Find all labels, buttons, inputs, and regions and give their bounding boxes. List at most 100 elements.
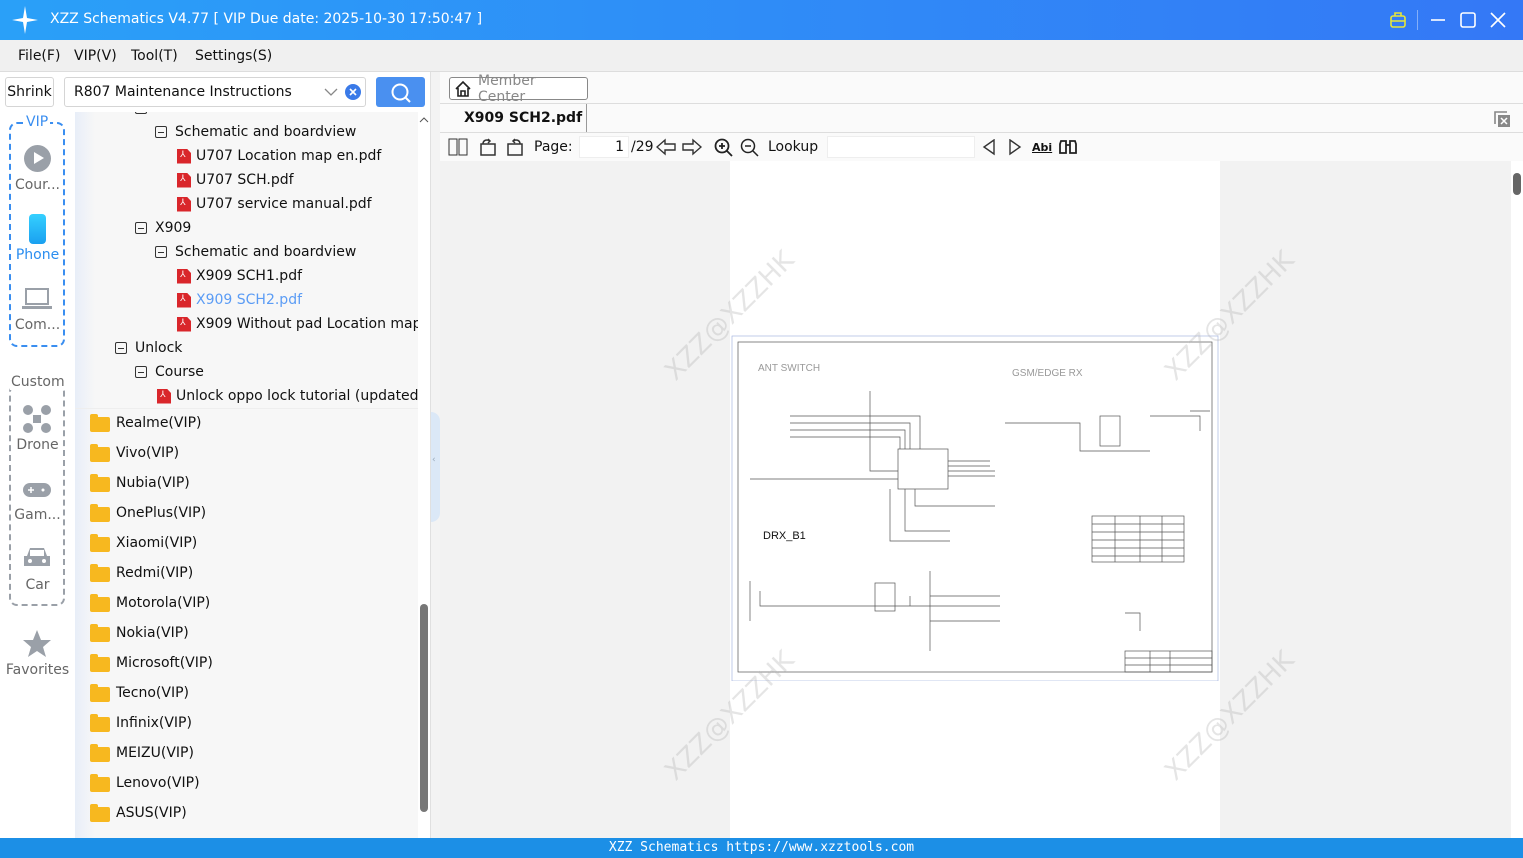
folder-icon (90, 743, 110, 762)
title-bar: XZZ Schematics V4.77 [ VIP Due date: 202… (0, 0, 1523, 40)
app-logo-icon (12, 6, 38, 34)
clear-icon[interactable] (345, 84, 361, 100)
search-combobox[interactable]: R807 Maintenance Instructions (64, 77, 366, 107)
close-icon[interactable] (1490, 12, 1506, 28)
tree-folder-item[interactable]: Nubia(VIP) (90, 471, 190, 495)
tree-folder-item[interactable]: Motorola(VIP) (90, 591, 210, 615)
tree-folder-item[interactable]: Microsoft(VIP) (90, 651, 213, 675)
tree-item-label: U707 (155, 112, 192, 116)
menu-tool[interactable]: Tool(T) (131, 40, 178, 64)
schematic-label-ant-switch: ANT SWITCH (758, 363, 820, 374)
folder-icon (90, 473, 110, 492)
folder-icon (90, 623, 110, 642)
member-center-label: Member Center (477, 72, 536, 105)
schematic-drawing: ANT SWITCH GSM/EDGE RX DRX_B1 (731, 335, 1219, 681)
pdf-icon (177, 268, 191, 284)
tree-folder-item[interactable]: Redmi(VIP) (90, 561, 193, 585)
scrollbar-thumb[interactable] (1513, 173, 1521, 195)
tree-folder-item[interactable]: ASUS(VIP) (90, 801, 187, 825)
tree-file-item[interactable]: U707 Location map en.pdf (177, 144, 381, 168)
tree-folder-item[interactable]: MEIZU(VIP) (90, 741, 194, 765)
home-icon (455, 80, 471, 97)
sidebar-item-favorites[interactable]: Favorites (0, 662, 75, 678)
tree-file-item[interactable]: X909 Without pad Location map.pdf (177, 312, 420, 336)
tree-file-item[interactable]: Unlock oppo lock tutorial (updated (157, 384, 419, 408)
star-icon (23, 630, 51, 657)
tree-item-label: Schematic and boardview (175, 124, 357, 140)
sidebar-item-computer[interactable]: Com... (0, 317, 75, 333)
sidebar-item-drone[interactable]: Drone (0, 437, 75, 453)
briefcase-icon[interactable] (1389, 11, 1407, 29)
tree-node[interactable]: Schematic and boardview (155, 120, 356, 144)
scrollbar-thumb[interactable] (420, 604, 428, 812)
member-center-button[interactable]: Member Center (449, 73, 588, 105)
menu-vip[interactable]: VIP(V) (74, 40, 117, 64)
tree-folder-item[interactable]: Lenovo(VIP) (90, 771, 200, 795)
pdf-icon (177, 292, 191, 308)
folder-label: Realme(VIP) (116, 415, 202, 431)
collapse-icon[interactable] (115, 342, 127, 354)
collapse-icon[interactable] (135, 222, 147, 234)
pdf-icon (177, 148, 191, 164)
status-bar: XZZ Schematics https://www.xzztools.com (0, 838, 1523, 858)
pdf-canvas[interactable]: ANT SWITCH GSM/EDGE RX DRX_B1 XZZ@XZZHK … (440, 161, 1523, 838)
tree-file-item[interactable]: U707 service manual.pdf (177, 192, 372, 216)
collapse-icon[interactable] (135, 366, 147, 378)
tree-node[interactable]: Course (135, 360, 204, 384)
collapse-icon[interactable] (135, 112, 147, 114)
tree-node[interactable]: Schematic and boardview (155, 240, 356, 264)
tab-x909-sch2[interactable]: X909 SCH2.pdf (448, 104, 587, 133)
tree-folder-item[interactable]: Tecno(VIP) (90, 681, 189, 705)
tree-folder-item[interactable]: OnePlus(VIP) (90, 501, 206, 525)
folder-label: Lenovo(VIP) (116, 775, 200, 791)
tree-folder-item[interactable]: Infinix(VIP) (90, 711, 192, 735)
folder-label: Motorola(VIP) (116, 595, 211, 611)
folder-label: Nokia(VIP) (116, 625, 189, 641)
sidebar-item-car[interactable]: Car (0, 577, 75, 593)
course-icon (24, 145, 51, 172)
tree-file-item[interactable]: U707 SCH.pdf (177, 168, 294, 192)
match-case-button[interactable]: Abi (1032, 133, 1052, 161)
close-tab-icon[interactable] (1493, 110, 1511, 128)
tree-folder-item[interactable]: Nokia(VIP) (90, 621, 189, 645)
page-label: Page: (534, 139, 573, 155)
folder-icon (90, 533, 110, 552)
menu-settings[interactable]: Settings(S) (195, 40, 272, 64)
tree-item-label: U707 Location map en.pdf (196, 148, 382, 164)
tree-scrollbar[interactable] (418, 112, 430, 838)
maximize-icon[interactable] (1460, 12, 1476, 28)
sidebar-item-course[interactable]: Cour... (0, 177, 75, 193)
shrink-button[interactable]: Shrink (5, 77, 54, 107)
tree-file-item[interactable]: X909 SCH1.pdf (177, 264, 302, 288)
search-input[interactable]: R807 Maintenance Instructions (74, 84, 292, 100)
tree-node[interactable]: U707 (135, 112, 192, 120)
page-input[interactable]: 1 (579, 136, 629, 158)
menu-file[interactable]: File(F) (18, 40, 60, 64)
sidebar-item-game[interactable]: Gam... (0, 507, 75, 523)
file-tree: U707 Schematic and boardview U707 Location… (75, 112, 420, 838)
search-button[interactable] (376, 77, 425, 107)
lookup-input[interactable] (827, 136, 975, 158)
tree-node[interactable]: Unlock (115, 336, 182, 360)
collapse-icon[interactable] (155, 246, 167, 258)
viewer-scrollbar[interactable] (1511, 161, 1523, 838)
chevron-down-icon[interactable] (324, 87, 338, 97)
tree-file-item[interactable]: X909 SCH2.pdf (177, 288, 302, 312)
pdf-icon (177, 316, 191, 332)
scroll-up-icon[interactable] (419, 116, 429, 124)
schematic-label-gsm-edge-rx: GSM/EDGE RX (1012, 368, 1083, 379)
vip-group-label: VIP (24, 114, 51, 130)
pdf-toolbar: Page: 1 /29 Lookup Abi (440, 133, 1523, 161)
tree-folder-item[interactable]: Vivo(VIP) (90, 441, 179, 465)
tree-node[interactable]: X909 (135, 216, 191, 240)
splitter[interactable]: ‹ (430, 72, 440, 838)
schematic-label-drx-b1: DRX_B1 (763, 530, 806, 542)
folder-label: Microsoft(VIP) (116, 655, 213, 671)
minimize-icon[interactable] (1430, 12, 1446, 28)
tree-folder-item[interactable]: Realme(VIP) (90, 411, 202, 435)
sidebar-item-phone[interactable]: Phone (0, 247, 75, 263)
tree-item-label: X909 (155, 220, 192, 236)
collapse-arrow-icon[interactable]: ‹ (432, 455, 436, 465)
tree-folder-item[interactable]: Xiaomi(VIP) (90, 531, 197, 555)
collapse-icon[interactable] (155, 126, 167, 138)
